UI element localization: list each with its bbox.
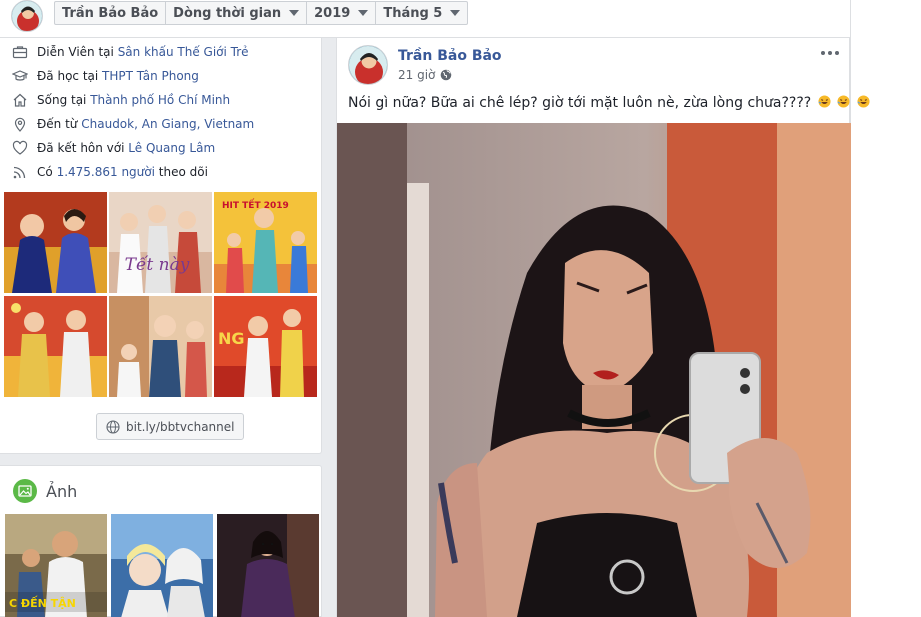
- intro-work-prefix: Diễn Viên tại: [37, 45, 114, 59]
- featured-photo[interactable]: Tết này: [109, 192, 212, 293]
- post-meta: 21 giờ: [398, 68, 452, 82]
- intro-lives-prefix: Sống tại: [37, 93, 87, 107]
- rss-icon: [13, 166, 26, 179]
- briefcase-icon: [12, 46, 28, 59]
- featured-photo[interactable]: [109, 296, 212, 397]
- featured-photo[interactable]: NG: [214, 296, 317, 397]
- intro-from-prefix: Đến từ: [37, 117, 78, 131]
- intro-relationship-prefix: Đã kết hôn với: [37, 141, 125, 155]
- intro-from-link[interactable]: Chaudok, An Giang, Vietnam: [81, 117, 254, 131]
- laughing-emoji-icon: [857, 95, 870, 108]
- photos-header[interactable]: Ảnh: [13, 479, 77, 503]
- crumb-label: 2019: [314, 5, 351, 21]
- featured-photo[interactable]: [4, 192, 107, 293]
- timeline-post: Trần Bảo Bảo 21 giờ Nói gì nữa? Bữa ai c…: [336, 38, 870, 617]
- more-options-icon[interactable]: [820, 46, 840, 60]
- thumb-caption: C ĐẾN TẬN: [9, 595, 76, 610]
- tile-overlay-text: Tết này: [125, 255, 190, 275]
- timeline-breadcrumb: Trần Bảo Bảo Dòng thời gian 2019 Tháng 5: [54, 1, 469, 25]
- featured-photo[interactable]: [4, 296, 107, 397]
- featured-photos-grid: Tết này HIT TẾT 2019 NG: [4, 192, 317, 397]
- caret-down-icon: [358, 10, 369, 16]
- website-link-button[interactable]: bit.ly/bbtvchannel: [96, 413, 245, 440]
- profile-avatar[interactable]: [11, 0, 43, 32]
- intro-followers-prefix: Có: [37, 165, 53, 179]
- globe-icon[interactable]: [440, 69, 452, 81]
- photos-title: Ảnh: [46, 481, 78, 501]
- featured-photo[interactable]: HIT TẾT 2019: [214, 192, 317, 293]
- laughing-emoji-icon: [818, 95, 831, 108]
- caret-down-icon: [289, 10, 300, 16]
- caret-down-icon: [450, 10, 461, 16]
- intro-lives-link[interactable]: Thành phố Hồ Chí Minh: [90, 93, 230, 107]
- crumb-label: Trần Bảo Bảo: [62, 5, 159, 21]
- crumb-label: Dòng thời gian: [173, 5, 282, 21]
- timeline-navigation-bar: Trần Bảo Bảo Dòng thời gian 2019 Tháng 5: [0, 0, 850, 38]
- home-icon: [13, 93, 27, 107]
- post-author-name[interactable]: Trần Bảo Bảo: [398, 48, 502, 64]
- intro-education: Đã học tại THPT Tân Phong: [12, 66, 199, 86]
- photo-thumbnail[interactable]: [217, 514, 319, 617]
- globe-icon: [106, 419, 120, 434]
- photos-row: C ĐẾN TẬN: [5, 514, 319, 617]
- intro-education-prefix: Đã học tại: [37, 69, 99, 83]
- intro-education-link[interactable]: THPT Tân Phong: [102, 69, 199, 83]
- intro-relationship-link[interactable]: Lê Quang Lâm: [128, 141, 215, 155]
- crumb-year-dropdown[interactable]: 2019: [307, 2, 377, 24]
- intro-followers: Có 1.475.861 người theo dõi: [12, 162, 208, 182]
- heart-icon: [12, 140, 28, 155]
- photos-icon: [13, 479, 37, 503]
- post-author-avatar[interactable]: [348, 45, 388, 85]
- website-link-text: bit.ly/bbtvchannel: [126, 419, 235, 434]
- intro-from: Đến từ Chaudok, An Giang, Vietnam: [12, 114, 254, 134]
- intro-lives: Sống tại Thành phố Hồ Chí Minh: [12, 90, 230, 110]
- tile-overlay-text: NG: [218, 329, 245, 348]
- intro-card: Diễn Viên tại Sân khấu Thế Giới Trẻ Đã h…: [0, 38, 322, 454]
- crumb-timeline-dropdown[interactable]: Dòng thời gian: [166, 2, 308, 24]
- crumb-profile-name[interactable]: Trần Bảo Bảo: [55, 2, 167, 24]
- intro-followers-link[interactable]: 1.475.861 người: [57, 165, 155, 179]
- post-photo[interactable]: [337, 123, 851, 617]
- intro-relationship: Đã kết hôn với Lê Quang Lâm: [12, 138, 215, 158]
- crumb-month-dropdown[interactable]: Tháng 5: [376, 2, 467, 24]
- location-pin-icon: [14, 117, 26, 132]
- photo-thumbnail[interactable]: C ĐẾN TẬN: [5, 514, 107, 617]
- laughing-emoji-icon: [837, 95, 850, 108]
- graduation-cap-icon: [12, 70, 28, 81]
- intro-work: Diễn Viên tại Sân khấu Thế Giới Trẻ: [12, 42, 249, 62]
- post-text-body: Nói gì nữa? Bữa ai chê lép? giờ tới mặt …: [348, 95, 812, 111]
- photos-card: Ảnh C ĐẾN TẬN: [0, 465, 322, 617]
- intro-followers-suffix: theo dõi: [158, 165, 208, 179]
- right-rail: [850, 0, 921, 617]
- post-text: Nói gì nữa? Bữa ai chê lép? giờ tới mặt …: [348, 95, 870, 111]
- photo-thumbnail[interactable]: [111, 514, 213, 617]
- crumb-label: Tháng 5: [383, 5, 443, 21]
- post-timestamp[interactable]: 21 giờ: [398, 68, 435, 82]
- intro-work-link[interactable]: Sân khấu Thế Giới Trẻ: [118, 45, 249, 59]
